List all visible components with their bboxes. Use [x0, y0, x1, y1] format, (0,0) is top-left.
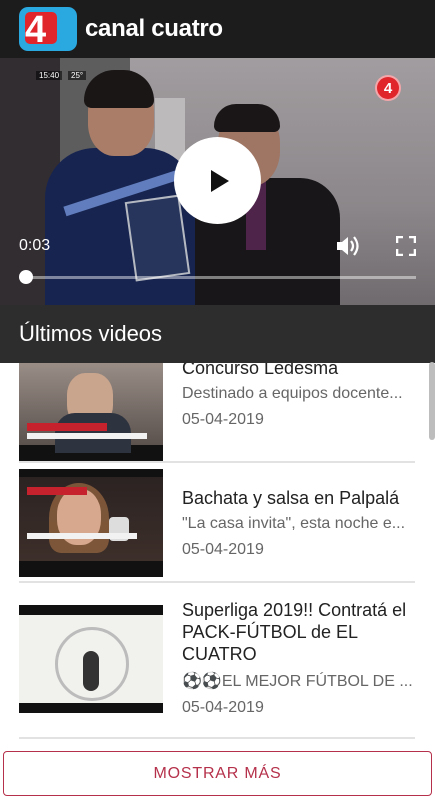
video-thumbnail[interactable] [19, 363, 163, 461]
list-item[interactable]: Superliga 2019!! Contratá el PACK-FÚTBOL… [19, 583, 415, 739]
overlay-clock: 15:40 [36, 71, 63, 80]
canal-cuatro-logo[interactable]: 4 [19, 7, 77, 51]
video-title[interactable]: Superliga 2019!! Contratá el PACK-FÚTBOL… [182, 599, 415, 665]
video-description: ⚽⚽EL MEJOR FÚTBOL DE ... [182, 673, 413, 690]
video-title[interactable]: Concurso Ledesma [182, 363, 415, 379]
broadcast-overlay: 15:40 25° [36, 71, 87, 80]
list-item[interactable]: Concurso Ledesma Destinado a equipos doc… [19, 363, 415, 463]
current-time: 0:03 [19, 237, 51, 254]
brand-name: canal cuatro [85, 15, 223, 42]
video-date: 05-04-2019 [182, 541, 264, 558]
progress-thumb[interactable] [19, 270, 33, 284]
play-button[interactable] [174, 137, 261, 224]
video-thumbnail[interactable] [19, 469, 163, 577]
progress-track[interactable] [25, 276, 416, 279]
logo-number: 4 [25, 9, 47, 51]
video-description: Destinado a equipos docente... [182, 385, 403, 402]
video-player[interactable]: 15:40 25° 4 0:03 [0, 58, 435, 305]
play-icon [210, 169, 229, 192]
video-list[interactable]: Concurso Ledesma Destinado a equipos doc… [0, 363, 435, 743]
volume-icon[interactable] [336, 235, 362, 257]
video-thumbnail[interactable] [19, 605, 163, 713]
fullscreen-icon[interactable] [396, 236, 416, 256]
section-title: Últimos videos [19, 321, 163, 346]
scroll-indicator[interactable] [429, 362, 435, 440]
video-date: 05-04-2019 [182, 411, 264, 428]
list-item[interactable]: Bachata y salsa en Palpalá "La casa invi… [19, 463, 415, 583]
latest-videos-header: Últimos videos [0, 305, 435, 363]
show-more-label: MOSTRAR MÁS [153, 764, 282, 782]
video-date: 05-04-2019 [182, 699, 264, 716]
app-header: 4 canal cuatro [0, 0, 435, 58]
channel-watermark: 4 [375, 75, 401, 101]
show-more-button[interactable]: MOSTRAR MÁS [3, 751, 432, 796]
video-title[interactable]: Bachata y salsa en Palpalá [182, 487, 415, 509]
video-description: "La casa invita", esta noche e... [182, 515, 406, 532]
overlay-temperature: 25° [68, 71, 87, 80]
